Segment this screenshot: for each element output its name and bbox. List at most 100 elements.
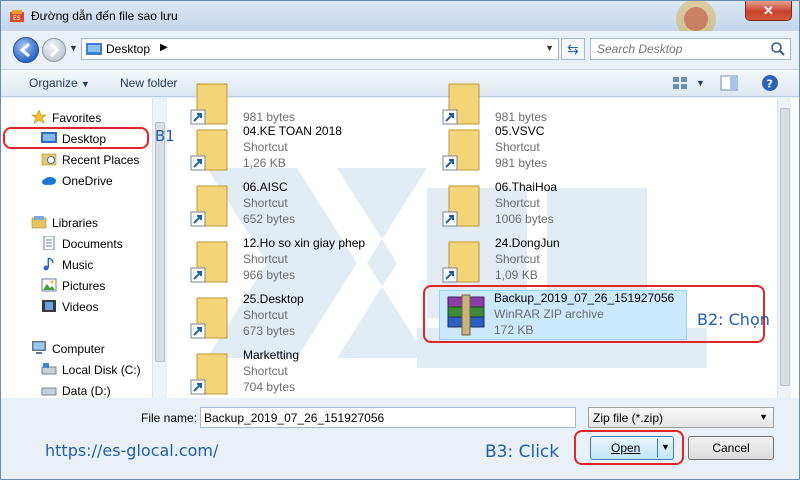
chevron-down-icon[interactable]: ▼ xyxy=(545,43,554,53)
nav-recent-places[interactable]: Recent Places xyxy=(41,152,139,170)
nav-documents[interactable]: Documents xyxy=(41,236,123,254)
address-location[interactable]: Desktop xyxy=(106,42,150,56)
file-size: 981 bytes xyxy=(243,110,296,124)
annotation-url: https://es-glocal.com/ xyxy=(45,441,219,460)
desktop-folder-icon xyxy=(86,43,102,55)
nav-data-disk-label: Data (D:) xyxy=(62,384,111,398)
file-item[interactable]: 12.Ho so xin giay phep Shortcut 966 byte… xyxy=(189,236,409,292)
file-list-scrollbar[interactable] xyxy=(777,98,791,398)
nav-local-disk[interactable]: Local Disk (C:) xyxy=(41,362,141,380)
shortcut-folder-icon xyxy=(190,297,228,339)
nav-pictures[interactable]: Pictures xyxy=(41,278,105,296)
file-name: 24.DongJun xyxy=(495,236,560,250)
hard-disk-icon xyxy=(41,387,57,396)
file-name: 04.KE TOAN 2018 xyxy=(243,124,342,138)
file-type-select[interactable]: Zip file (*.zip) ▼ xyxy=(588,407,774,428)
title-bar[interactable]: ES Đường dẫn đến file sao lưu ✕ xyxy=(1,1,799,31)
nav-computer[interactable]: Computer xyxy=(31,341,105,359)
file-type: Shortcut xyxy=(243,196,288,210)
file-type: Shortcut xyxy=(495,196,540,210)
file-name: 06.ThaiHoa xyxy=(495,180,558,194)
file-item[interactable]: 05.VSVC Shortcut 981 bytes xyxy=(441,124,641,180)
nav-recent-label: Recent Places xyxy=(62,153,140,167)
shortcut-folder-icon xyxy=(190,241,228,283)
annotation-b3: B3: Click xyxy=(485,442,560,462)
nav-favorites-label: Favorites xyxy=(52,111,102,125)
chevron-right-icon[interactable]: ▶ xyxy=(160,42,168,53)
organize-label: Organize xyxy=(29,76,78,90)
file-type: Shortcut xyxy=(243,364,288,378)
nav-libraries-label: Libraries xyxy=(52,216,99,230)
arrow-right-icon xyxy=(49,42,60,58)
file-dialog-window: ES Đường dẫn đến file sao lưu ✕ ▼ Deskto… xyxy=(0,0,800,480)
nav-videos[interactable]: Videos xyxy=(41,299,98,317)
nav-music[interactable]: Music xyxy=(41,257,93,275)
window-title: Đường dẫn đến file sao lưu xyxy=(31,9,178,23)
file-size: 673 bytes xyxy=(243,324,296,338)
new-folder-button[interactable]: New folder xyxy=(120,76,177,90)
nav-scrollbar-thumb[interactable] xyxy=(155,122,165,362)
documents-icon xyxy=(43,236,55,250)
file-item[interactable]: 06.AISC Shortcut 652 bytes xyxy=(189,180,389,236)
refresh-button[interactable]: ⇆ xyxy=(561,38,585,60)
refresh-icon: ⇆ xyxy=(567,41,579,57)
file-size: 1006 bytes xyxy=(495,212,554,226)
nav-libraries[interactable]: Libraries xyxy=(31,215,98,233)
file-item[interactable]: 24.DongJun Shortcut 1,09 KB xyxy=(441,236,641,292)
preview-pane-icon[interactable] xyxy=(719,74,739,92)
app-icon: ES xyxy=(10,10,24,22)
computer-icon xyxy=(32,341,46,354)
shortcut-folder-icon xyxy=(442,83,480,125)
nav-documents-label: Documents xyxy=(62,237,123,251)
back-button[interactable] xyxy=(13,37,39,63)
file-item[interactable]: 04.KE TOAN 2018 Shortcut 1,26 KB xyxy=(189,124,389,180)
organize-button[interactable]: Organize ▼ xyxy=(29,76,90,90)
nav-music-label: Music xyxy=(62,258,94,272)
forward-button[interactable] xyxy=(42,38,66,62)
file-type: Shortcut xyxy=(243,252,288,266)
shortcut-folder-icon xyxy=(190,185,228,227)
close-button[interactable]: ✕ xyxy=(745,1,792,21)
search-input[interactable] xyxy=(597,41,765,57)
shortcut-folder-icon xyxy=(442,241,480,283)
file-type-value: Zip file (*.zip) xyxy=(593,411,664,425)
highlight-box-desktop xyxy=(3,127,149,149)
nav-favorites[interactable]: Favorites xyxy=(31,110,101,128)
highlight-box-open xyxy=(574,430,684,465)
file-size: 981 bytes xyxy=(495,110,548,124)
nav-data-disk[interactable]: Data (D:) xyxy=(41,383,111,401)
annotation-b1: B1 xyxy=(155,127,175,145)
shortcut-folder-icon xyxy=(190,83,228,125)
nav-onedrive[interactable]: OneDrive xyxy=(41,173,113,191)
file-size: 981 bytes xyxy=(495,156,548,170)
view-dropdown-icon[interactable]: ▼ xyxy=(696,78,705,88)
file-type: Shortcut xyxy=(495,252,540,266)
shortcut-folder-icon xyxy=(190,353,228,395)
nav-onedrive-label: OneDrive xyxy=(62,174,113,188)
shortcut-folder-icon xyxy=(190,129,228,171)
file-name-label: File name: xyxy=(141,411,198,425)
hard-disk-icon xyxy=(41,363,57,375)
file-item[interactable]: 25.Desktop Shortcut 673 bytes xyxy=(189,292,389,348)
history-dropdown-icon[interactable]: ▼ xyxy=(69,43,78,53)
file-name-input[interactable] xyxy=(200,407,576,428)
chevron-down-icon: ▼ xyxy=(759,412,768,422)
file-name: 25.Desktop xyxy=(243,292,304,306)
music-icon xyxy=(43,257,54,271)
file-item[interactable]: 06.ThaiHoa Shortcut 1006 bytes xyxy=(441,180,641,236)
pictures-icon xyxy=(41,278,57,292)
svg-text:ES: ES xyxy=(13,15,21,22)
cloud-icon xyxy=(42,177,56,185)
nav-videos-label: Videos xyxy=(62,300,99,314)
emblem-icon xyxy=(676,1,716,31)
svg-text:?: ? xyxy=(767,78,773,91)
file-list-scrollbar-thumb[interactable] xyxy=(780,108,790,386)
cancel-button[interactable]: Cancel xyxy=(688,436,774,460)
search-box[interactable] xyxy=(590,38,791,60)
view-options-icon[interactable] xyxy=(671,74,691,92)
file-size: 704 bytes xyxy=(243,380,296,394)
address-bar[interactable]: Desktop ▶ ▼ xyxy=(81,38,559,60)
help-icon[interactable]: ? xyxy=(761,74,779,92)
shortcut-folder-icon xyxy=(442,185,480,227)
file-item[interactable]: Marketting Shortcut 704 bytes xyxy=(189,348,389,404)
